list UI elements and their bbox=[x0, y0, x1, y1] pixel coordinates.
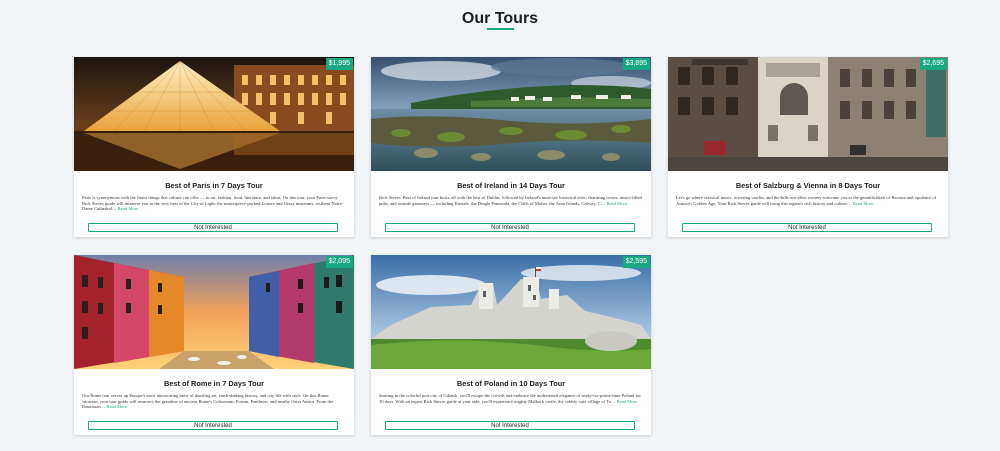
tour-card-poland: $2,595 Best of Poland in 10 Days Tour St… bbox=[371, 255, 651, 435]
tour-description-text: Rick Steves' Best of Ireland tour kicks … bbox=[379, 195, 642, 206]
tour-description: Starting in the colorful port city of Gd… bbox=[379, 393, 643, 410]
page-title: Our Tours bbox=[461, 10, 539, 27]
tour-description: Paris is synonymous with the finest thin… bbox=[82, 195, 346, 212]
not-interested-button[interactable]: Not Interested bbox=[88, 223, 338, 232]
tour-image-salzburg-vienna: $2,695 bbox=[668, 57, 948, 171]
tour-description: Rick Steves' Best of Ireland tour kicks … bbox=[379, 195, 643, 212]
read-more-link[interactable]: Read More bbox=[617, 399, 638, 404]
tour-image-rome: $2,095 bbox=[74, 255, 354, 369]
tour-card-salzburg-vienna: $2,695 Best of Salzburg & Vienna in 8 Da… bbox=[668, 57, 948, 237]
read-more-link[interactable]: Read More bbox=[606, 201, 627, 206]
tour-description-text: Let's go where classical music, towering… bbox=[676, 195, 937, 206]
read-more-link[interactable]: Read More bbox=[118, 206, 139, 211]
tour-title: Best of Salzburg & Vienna in 8 Days Tour bbox=[735, 181, 881, 190]
tour-card-rome: $2,095 Best of Rome in 7 Days Tour Our R… bbox=[74, 255, 354, 435]
tour-title: Best of Poland in 10 Days Tour bbox=[456, 379, 566, 388]
not-interested-button[interactable]: Not Interested bbox=[385, 421, 635, 430]
tour-card-ireland: $3,895 Best of Ireland in 14 Days Tour R… bbox=[371, 57, 651, 237]
tour-description-text: Starting in the colorful port city of Gd… bbox=[379, 393, 641, 404]
price-badge: $2,095 bbox=[325, 256, 353, 268]
price-badge: $3,895 bbox=[622, 58, 650, 70]
tour-description: Our Rome tour serves up Europe's most in… bbox=[82, 393, 346, 410]
tours-grid: $1,995 Best of Paris in 7 Days Tour Pari… bbox=[74, 57, 950, 435]
price-badge: $2,695 bbox=[919, 58, 947, 70]
tour-title: Best of Paris in 7 Days Tour bbox=[165, 181, 263, 190]
not-interested-button[interactable]: Not Interested bbox=[88, 421, 338, 430]
read-more-link[interactable]: Read More bbox=[106, 404, 127, 409]
tour-card-paris: $1,995 Best of Paris in 7 Days Tour Pari… bbox=[74, 57, 354, 237]
read-more-link[interactable]: Read More bbox=[853, 201, 874, 206]
tour-title: Best of Ireland in 14 Days Tour bbox=[457, 181, 565, 190]
tour-description: Let's go where classical music, towering… bbox=[676, 195, 940, 212]
price-badge: $1,995 bbox=[325, 58, 353, 70]
not-interested-button[interactable]: Not Interested bbox=[682, 223, 932, 232]
price-badge: $2,595 bbox=[622, 256, 650, 268]
not-interested-button[interactable]: Not Interested bbox=[385, 223, 635, 232]
tour-image-paris: $1,995 bbox=[74, 57, 354, 171]
tour-title: Best of Rome in 7 Days Tour bbox=[163, 379, 265, 388]
tour-image-ireland: $3,895 bbox=[371, 57, 651, 171]
title-underline bbox=[487, 28, 514, 30]
tour-image-poland: $2,595 bbox=[371, 255, 651, 369]
